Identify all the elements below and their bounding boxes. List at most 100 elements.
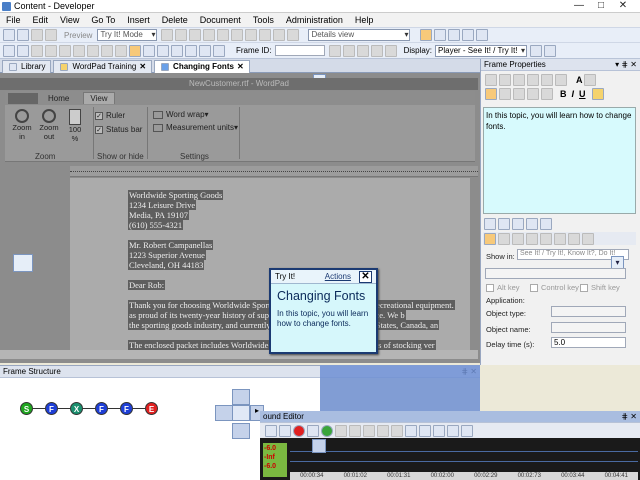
redo-icon[interactable] <box>45 29 57 41</box>
underline-icon[interactable]: U <box>579 89 586 99</box>
paste-icon[interactable] <box>189 29 202 41</box>
preview-button[interactable]: Preview <box>64 31 92 40</box>
undo-icon[interactable] <box>31 29 43 41</box>
menu-insert[interactable]: Insert <box>121 13 156 27</box>
link-icon[interactable] <box>245 29 258 41</box>
frame-remove-icon[interactable] <box>185 44 197 57</box>
save-icon[interactable] <box>17 29 29 41</box>
action-delete-icon[interactable] <box>540 232 552 245</box>
detail-view-icon[interactable] <box>462 29 475 41</box>
ruler-checkbox[interactable]: ✓ Ruler <box>95 111 125 120</box>
dock-up-icon[interactable] <box>232 389 250 405</box>
volume-icon[interactable] <box>447 424 459 437</box>
menu-administration[interactable]: Administration <box>280 13 349 27</box>
align-left-icon[interactable] <box>73 44 85 57</box>
dock-center-icon[interactable] <box>232 405 250 421</box>
object-name-field[interactable] <box>551 322 626 333</box>
status-bar-checkbox[interactable]: ✓ Status bar <box>95 125 142 134</box>
frame-paste-icon[interactable] <box>157 44 169 57</box>
tab-wordpad-training[interactable]: WordPad Training ✕ <box>53 59 153 73</box>
tab-changing-fonts[interactable]: Changing Fonts ✕ <box>154 59 250 73</box>
bullet-icon[interactable] <box>115 44 127 57</box>
stop-icon[interactable] <box>307 424 319 437</box>
delete-icon[interactable] <box>391 424 403 437</box>
cut-icon[interactable] <box>349 424 361 437</box>
display-dual-icon[interactable] <box>544 44 557 57</box>
underline-icon[interactable] <box>59 44 71 57</box>
tile-icon[interactable] <box>434 29 447 41</box>
display-single-icon[interactable] <box>530 44 543 57</box>
undo-icon[interactable] <box>527 74 539 86</box>
callout-actions-link[interactable]: Actions <box>325 272 351 281</box>
close-icon[interactable]: ✕ <box>614 1 632 12</box>
zoom-100-button[interactable]: 100 % <box>65 109 85 143</box>
frame-add-icon[interactable] <box>171 44 183 57</box>
first-frame-icon[interactable] <box>328 44 341 57</box>
action-list-icon[interactable] <box>554 232 566 245</box>
callout-bubble[interactable]: Try It! Actions ✕ Changing Fonts In this… <box>269 268 378 354</box>
frame-select-icon[interactable] <box>129 44 141 57</box>
cut-icon[interactable] <box>175 29 188 41</box>
italic-icon[interactable] <box>45 44 57 57</box>
zoom-in-button[interactable]: Zoom in <box>11 109 33 141</box>
cut-icon[interactable] <box>485 74 497 86</box>
last-frame-icon[interactable] <box>384 44 397 57</box>
close-tab-icon[interactable]: ✕ <box>139 61 146 73</box>
delete-icon[interactable] <box>203 29 216 41</box>
split-icon[interactable] <box>405 424 417 437</box>
tab-library[interactable]: Library <box>2 59 52 73</box>
frame-node[interactable]: S <box>20 402 33 415</box>
action-more-icon[interactable] <box>582 232 594 245</box>
action-grid-icon[interactable] <box>568 232 580 245</box>
object-type-select[interactable] <box>551 306 626 317</box>
ribbon-tab-view[interactable]: View <box>83 92 115 104</box>
action-select-icon[interactable] <box>484 232 496 245</box>
view-try-it-icon[interactable] <box>498 217 510 230</box>
frame-node[interactable]: X <box>70 402 83 415</box>
font-size-icon[interactable] <box>583 74 596 86</box>
ribbon-tab-home[interactable]: Home <box>48 94 69 103</box>
align-right-icon[interactable] <box>513 88 525 100</box>
action-paste-icon[interactable] <box>512 232 524 245</box>
frame-text-editor[interactable]: In this topic, you will learn how to cha… <box>483 107 636 214</box>
record-icon[interactable] <box>3 44 15 57</box>
menu-help[interactable]: Help <box>349 13 380 27</box>
filter-icon[interactable] <box>287 29 300 41</box>
bold-icon[interactable]: B <box>560 89 567 99</box>
menu-file[interactable]: File <box>0 13 27 27</box>
alt-key-checkbox[interactable]: Alt key <box>486 283 520 292</box>
frame-node[interactable]: F <box>45 402 58 415</box>
next-frame-icon[interactable] <box>370 44 383 57</box>
word-wrap-dropdown[interactable]: Word wrap ▾ <box>153 110 209 119</box>
action-copy-icon[interactable] <box>498 232 510 245</box>
frame-thumbnail-icon[interactable] <box>13 254 33 272</box>
list-icon[interactable] <box>541 88 553 100</box>
measurement-units-dropdown[interactable]: Measurement units ▾ <box>153 123 238 132</box>
copy-icon[interactable] <box>161 29 174 41</box>
horizontal-scrollbar[interactable] <box>0 350 478 359</box>
minimize-icon[interactable]: — <box>570 1 588 12</box>
justify-icon[interactable] <box>527 88 539 100</box>
control-key-checkbox[interactable]: Control key <box>530 283 579 292</box>
frame-action-icon[interactable] <box>213 44 225 57</box>
play-icon[interactable] <box>321 424 333 437</box>
paste-icon[interactable] <box>377 424 389 437</box>
menu-view[interactable]: View <box>54 13 85 27</box>
pause-icon[interactable] <box>335 424 347 437</box>
view-select[interactable]: Details view <box>308 29 411 41</box>
highlight-icon[interactable] <box>591 88 604 100</box>
view-see-it-icon[interactable] <box>484 217 496 230</box>
font-icon[interactable]: A <box>576 75 583 85</box>
callout-close-icon[interactable]: ✕ <box>359 270 372 283</box>
menu-edit[interactable]: Edit <box>27 13 55 27</box>
display-select[interactable]: Player - See It! / Try It! <box>435 44 528 57</box>
copy-icon[interactable] <box>363 424 375 437</box>
zoom-out-button[interactable]: Zoom out <box>37 109 61 141</box>
dock-down-icon[interactable] <box>232 423 250 439</box>
find-icon[interactable] <box>217 29 230 41</box>
trim-icon[interactable] <box>419 424 431 437</box>
record-icon[interactable] <box>293 424 305 437</box>
audio-open-icon[interactable] <box>265 424 277 437</box>
play-icon[interactable] <box>356 44 369 57</box>
check-icon[interactable] <box>259 29 272 41</box>
